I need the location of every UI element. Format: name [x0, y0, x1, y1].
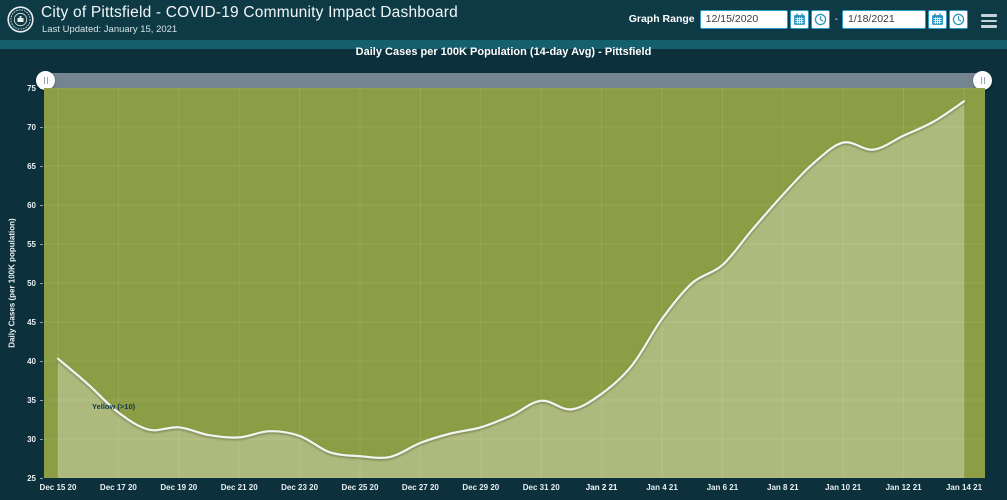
- x-axis-tick-label: Dec 31 20: [523, 483, 560, 492]
- start-date-calendar-button[interactable]: [790, 10, 809, 29]
- clock-icon: [814, 13, 827, 26]
- city-seal-logo: [7, 6, 34, 33]
- y-axis-tick-label: 60: [0, 201, 36, 210]
- zone-threshold-label: Yellow (>10): [92, 402, 135, 411]
- x-axis-tick-label: Dec 27 20: [402, 483, 439, 492]
- hamburger-menu-icon[interactable]: [981, 12, 999, 30]
- end-date-calendar-button[interactable]: [928, 10, 947, 29]
- page-title: City of Pittsfield - COVID-19 Community …: [41, 4, 458, 22]
- end-time-clock-button[interactable]: [949, 10, 968, 29]
- x-axis-tick-label: Dec 29 20: [462, 483, 499, 492]
- y-axis-tick: [40, 205, 43, 206]
- y-axis-tick-label: 50: [0, 279, 36, 288]
- dashboard-screen: City of Pittsfield - COVID-19 Community …: [0, 0, 1007, 500]
- y-axis-tick-label: 35: [0, 396, 36, 405]
- y-axis-tick-label: 70: [0, 123, 36, 132]
- y-axis-tick-label: 65: [0, 162, 36, 171]
- time-range-slider-track[interactable]: [44, 73, 985, 88]
- chart-plot-area: Yellow (>10): [44, 88, 985, 478]
- y-axis-tick-label: 55: [0, 240, 36, 249]
- x-axis-tick-label: Jan 2 21: [586, 483, 618, 492]
- y-axis-tick-label: 75: [0, 84, 36, 93]
- y-axis-tick-label: 30: [0, 435, 36, 444]
- y-axis-tick: [40, 400, 43, 401]
- calendar-icon: [931, 13, 944, 26]
- data-series: [58, 101, 964, 478]
- x-axis-tick-label: Jan 12 21: [886, 483, 922, 492]
- y-axis-tick: [40, 283, 43, 284]
- x-axis-tick-label: Jan 10 21: [825, 483, 861, 492]
- area-series: [58, 101, 964, 478]
- y-axis-tick: [40, 244, 43, 245]
- y-axis-tick-label: 25: [0, 474, 36, 483]
- x-axis-tick-label: Jan 6 21: [707, 483, 739, 492]
- y-axis-tick-label: 45: [0, 318, 36, 327]
- area-chart: [44, 88, 985, 478]
- x-axis-tick-label: Dec 19 20: [160, 483, 197, 492]
- clock-icon: [952, 13, 965, 26]
- y-axis-tick: [40, 439, 43, 440]
- calendar-icon: [793, 13, 806, 26]
- graph-range-label: Graph Range: [629, 13, 695, 25]
- x-axis-tick-label: Dec 23 20: [281, 483, 318, 492]
- chart-title: Daily Cases per 100K Population (14-day …: [0, 46, 1007, 58]
- y-axis-tick: [40, 127, 43, 128]
- y-axis-tick: [40, 478, 43, 479]
- y-axis-tick: [40, 361, 43, 362]
- x-axis-tick-label: Dec 25 20: [342, 483, 379, 492]
- x-axis-tick-label: Dec 17 20: [100, 483, 137, 492]
- graph-range-controls: Graph Range -: [629, 8, 999, 30]
- header-bar: City of Pittsfield - COVID-19 Community …: [0, 0, 1007, 40]
- x-axis-tick-label: Jan 4 21: [646, 483, 678, 492]
- y-axis-tick: [40, 88, 43, 89]
- y-axis-tick-label: 40: [0, 357, 36, 366]
- x-axis-tick-label: Jan 14 21: [946, 483, 982, 492]
- x-axis-tick-label: Dec 21 20: [221, 483, 258, 492]
- range-separator: -: [835, 14, 838, 25]
- x-axis-tick-label: Jan 8 21: [767, 483, 799, 492]
- start-time-clock-button[interactable]: [811, 10, 830, 29]
- range-end-date-input[interactable]: [842, 10, 926, 29]
- y-axis-tick: [40, 166, 43, 167]
- x-axis-tick-label: Dec 15 20: [40, 483, 77, 492]
- y-axis-tick: [40, 322, 43, 323]
- last-updated-text: Last Updated: January 15, 2021: [42, 24, 177, 35]
- range-start-date-input[interactable]: [700, 10, 788, 29]
